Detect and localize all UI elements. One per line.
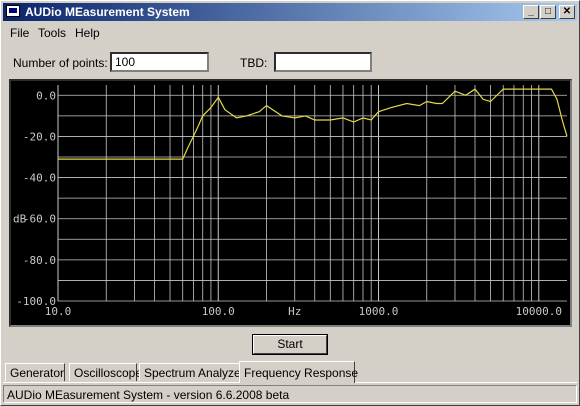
main-window: AUDio MEasurement System _ □ ✕ File Tool… bbox=[0, 0, 580, 406]
x-tick-label: 10.0 bbox=[45, 305, 72, 318]
close-button[interactable]: ✕ bbox=[559, 5, 575, 19]
y-axis-label: dB bbox=[13, 213, 27, 226]
points-input[interactable] bbox=[110, 52, 209, 72]
maximize-button[interactable]: □ bbox=[540, 5, 556, 19]
y-tick-label: 0.0 bbox=[36, 89, 56, 102]
minimize-button[interactable]: _ bbox=[523, 5, 539, 19]
y-tick-label: -60.0 bbox=[23, 213, 56, 226]
points-label: Number of points: bbox=[13, 56, 108, 70]
tbd-input[interactable] bbox=[274, 52, 372, 72]
start-button[interactable]: Start bbox=[252, 334, 328, 355]
y-tick-label: -80.0 bbox=[23, 254, 56, 267]
frequency-response-plot: 0.0 -20.0 -40.0 -60.0 -80.0 -100.0 10.0 100.0 10… bbox=[9, 79, 572, 327]
tab-spectrum-analyzer[interactable]: Spectrum Analyzer bbox=[139, 363, 245, 381]
tab-generator[interactable]: Generator bbox=[5, 363, 65, 381]
x-axis-label: Hz bbox=[288, 305, 301, 318]
window-icon[interactable] bbox=[6, 5, 20, 17]
menu-bar: File Tools Help bbox=[3, 23, 577, 41]
menu-file[interactable]: File bbox=[10, 26, 29, 40]
menu-help[interactable]: Help bbox=[75, 26, 100, 40]
x-tick-label: 100.0 bbox=[202, 305, 235, 318]
x-tick-label: 1000.0 bbox=[359, 305, 399, 318]
status-bar: AUDio MEasurement System - version 6.6.2… bbox=[3, 385, 577, 403]
tab-frequency-response[interactable]: Frequency Response bbox=[239, 361, 358, 383]
window-title: AUDio MEasurement System bbox=[25, 5, 190, 19]
plot-canvas: 0.0-20.0-40.0-60.0-80.0-100.010.0 100.0 10… bbox=[13, 85, 568, 318]
tbd-label: TBD: bbox=[240, 56, 268, 70]
y-tick-label: -40.0 bbox=[23, 172, 56, 185]
tab-oscilloscope[interactable]: Oscilloscope bbox=[69, 363, 142, 381]
title-bar[interactable]: AUDio MEasurement System _ □ ✕ bbox=[3, 3, 577, 21]
y-tick-label: -20.0 bbox=[23, 130, 56, 143]
x-tick-label: 10000.0 bbox=[516, 305, 562, 318]
menu-tools[interactable]: Tools bbox=[38, 26, 66, 40]
